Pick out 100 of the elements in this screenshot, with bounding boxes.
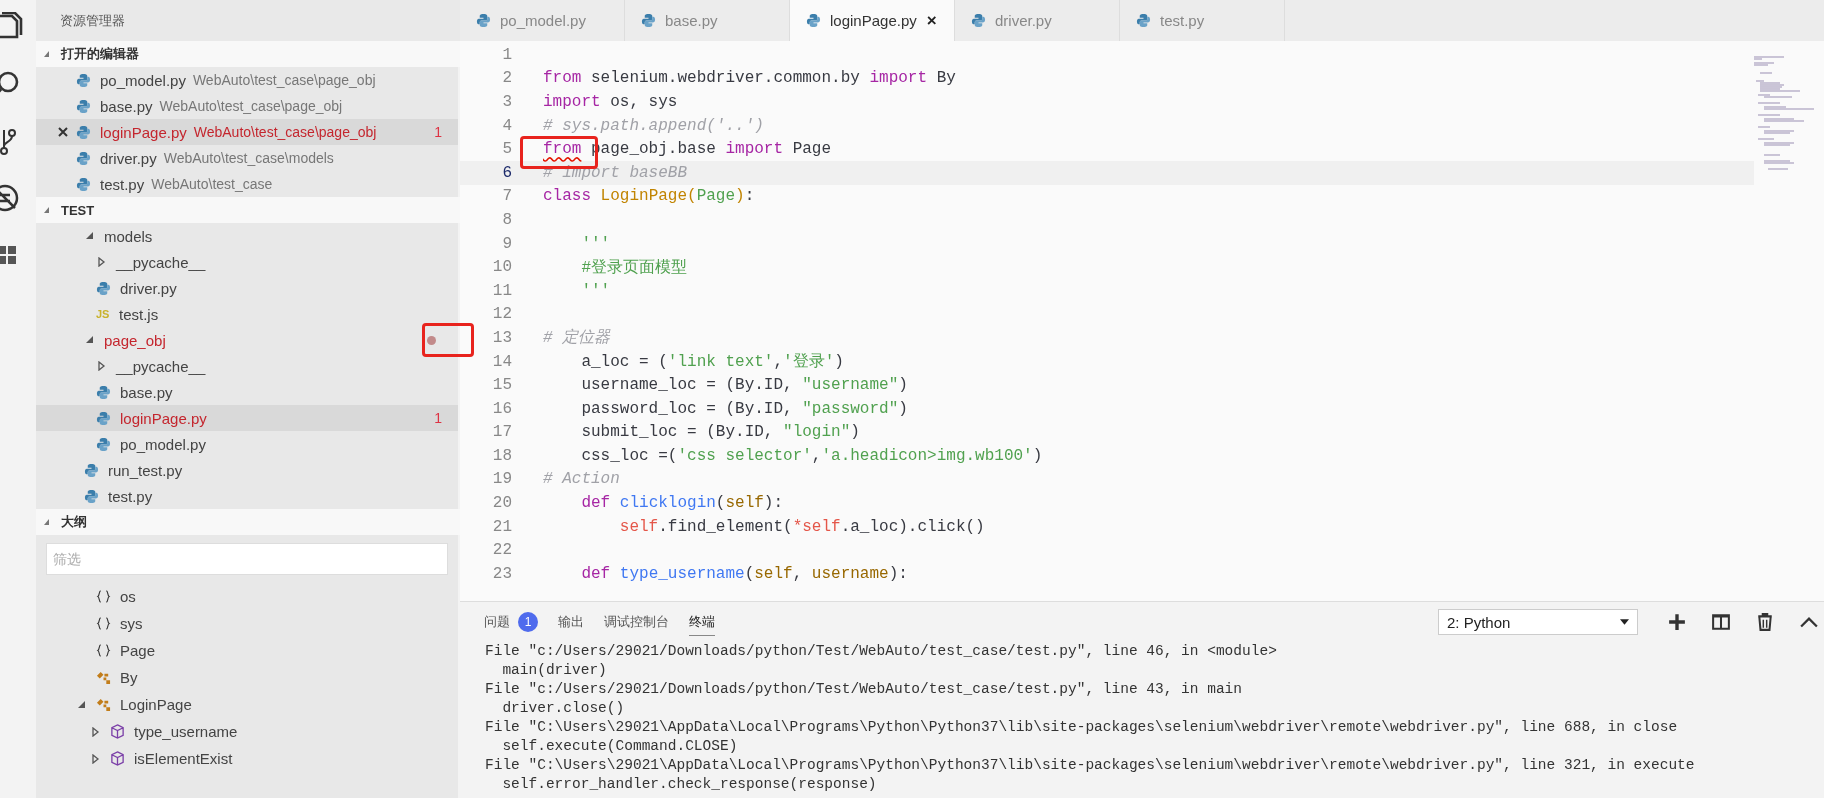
filter-field[interactable]: 筛选 [46, 543, 448, 575]
braces-icon [96, 643, 111, 658]
line-number: 20 [491, 494, 512, 513]
outline-item[interactable]: isElementExist [36, 745, 458, 772]
code-line: #登录页面模型 [580, 257, 687, 278]
python-file-icon [96, 280, 111, 296]
tree-item[interactable]: test.py [36, 483, 458, 509]
code-line: def type_username(self, username): [580, 564, 908, 583]
section-header[interactable]: 大纲 [36, 509, 460, 535]
tree-item[interactable]: base.py [36, 379, 458, 405]
braces-icon [96, 616, 111, 631]
tree-item[interactable]: driver.py [36, 275, 458, 301]
trash-icon[interactable] [1756, 613, 1774, 631]
terminal-line: File "c:/Users/29021/Downloads/python/Test/WebAuto/test_case/test.py", line 46, in <module> [485, 642, 1278, 661]
code-line: username_loc = (By.ID, "username") [580, 376, 908, 395]
cube-icon [110, 751, 125, 766]
tree-item[interactable]: models [36, 223, 458, 249]
python-file-icon [1136, 13, 1151, 28]
python-file-icon [971, 13, 986, 28]
close-button[interactable]: × [926, 10, 937, 31]
cube-icon [110, 724, 125, 739]
collapsed-caret-icon[interactable] [90, 726, 100, 737]
open-editor-item[interactable]: driver.py WebAuto\test_case\models [36, 145, 458, 171]
collapsed-caret-icon[interactable] [96, 257, 106, 267]
terminal-line: File "C:\Users\29021\AppData\Local\Programs\Python\Python37\lib\site-packages\selenium\webdriver\remote\webdriver.py", line 321, in execute [485, 756, 1696, 775]
python-file-icon [96, 410, 111, 426]
python-file-icon [96, 436, 111, 452]
tree-item[interactable]: run_test.py [36, 457, 458, 483]
python-file-icon [76, 72, 91, 88]
collapsed-caret-icon[interactable] [96, 361, 106, 371]
terminal-line: driver.close() [501, 699, 626, 718]
panel-tab[interactable]: 终端 [689, 608, 715, 636]
split-icon[interactable] [1712, 613, 1730, 631]
python-file-icon [806, 13, 821, 28]
braces-icon [96, 589, 111, 604]
outline-item[interactable]: os [36, 583, 458, 610]
line-number: 8 [501, 210, 512, 229]
outline-item[interactable]: LoginPage [36, 691, 458, 718]
code-line: self.find_element(*self.a_loc).click() [618, 517, 985, 536]
code-line: css_loc =('css selector','a.headicon>img.wb100') [580, 446, 1043, 465]
code-line: ''' [580, 281, 611, 300]
code-line: # 定位器 [543, 327, 611, 349]
plus-icon[interactable] [1668, 613, 1686, 631]
tree-item[interactable]: __pycache__ [36, 353, 458, 379]
line-number: 23 [491, 564, 512, 583]
panel-tab[interactable]: 输出 [558, 608, 584, 636]
open-editor-item[interactable]: base.py WebAuto\test_case\page_obj [36, 93, 458, 119]
expanded-caret-icon[interactable] [84, 231, 94, 241]
panel-tab[interactable]: 问题 1 [484, 608, 538, 636]
section-header[interactable]: 打开的编辑器 [36, 41, 460, 67]
line-number: 15 [491, 376, 512, 395]
outline-item[interactable]: sys [36, 610, 458, 637]
caret-icon [1620, 619, 1629, 625]
collapsed-caret-icon[interactable] [90, 753, 100, 764]
tree-item[interactable]: JS test.js [36, 301, 458, 327]
python-file-icon [76, 176, 91, 192]
line-number: 10 [491, 258, 512, 277]
editor-tab[interactable]: loginPage.py × [790, 0, 955, 41]
code-line: def clicklogin(self): [580, 494, 784, 513]
line-number: 7 [501, 187, 512, 206]
tree-item[interactable]: loginPage.py 1 [36, 405, 458, 431]
line-number: 1 [501, 45, 512, 64]
line-number: 18 [491, 446, 512, 465]
code-line: from selenium.webdriver.common.by import By [543, 69, 956, 88]
terminal-line: self.execute(Command.CLOSE) [501, 737, 739, 756]
python-file-icon [84, 462, 99, 478]
explorer-title: 资源管理器 [36, 0, 460, 41]
terminal-line: File "c:/Users/29021/Downloads/python/Test/WebAuto/test_case/test.py", line 43, in main [485, 680, 1244, 699]
expanded-caret-icon[interactable] [84, 335, 94, 345]
panel-tab[interactable]: 调试控制台 [604, 608, 669, 636]
tree-item[interactable]: __pycache__ [36, 249, 458, 275]
code-line: ''' [580, 234, 611, 253]
line-number: 19 [491, 470, 512, 489]
tree-item[interactable]: page_obj [36, 327, 458, 353]
open-editor-item[interactable]: po_model.py WebAuto\test_case\page_obj [36, 67, 458, 93]
section-header[interactable]: TEST [36, 197, 460, 223]
class-icon [96, 670, 111, 685]
code-line: # sys.path.append('..') [543, 116, 764, 135]
terminal-line: main(driver) [501, 661, 608, 680]
outline-item[interactable]: type_username [36, 718, 458, 745]
terminal-dropdown[interactable]: 2: Python [1438, 609, 1638, 635]
open-editor-item[interactable]: test.py WebAuto\test_case [36, 171, 458, 197]
open-editor-item[interactable]: loginPage.py WebAuto\test_case\page_obj 1 [36, 119, 458, 145]
count-badge: 1 [518, 611, 538, 632]
class-icon [96, 697, 111, 712]
tree-item[interactable]: po_model.py [36, 431, 458, 457]
line-number: 11 [491, 281, 512, 300]
line-number: 21 [491, 517, 512, 536]
outline-item[interactable]: By [36, 664, 458, 691]
outline-item[interactable]: Page [36, 637, 458, 664]
line-number: 5 [501, 140, 512, 159]
code-line: import os, sys [543, 93, 678, 111]
expanded-caret-icon[interactable] [76, 699, 86, 710]
python-file-icon [641, 13, 656, 28]
problem-count: 1 [434, 124, 442, 140]
python-file-icon [96, 384, 111, 400]
line-number: 22 [491, 541, 512, 560]
python-file-icon [84, 488, 99, 504]
close-icon[interactable] [58, 127, 68, 137]
line-number: 3 [501, 93, 512, 111]
